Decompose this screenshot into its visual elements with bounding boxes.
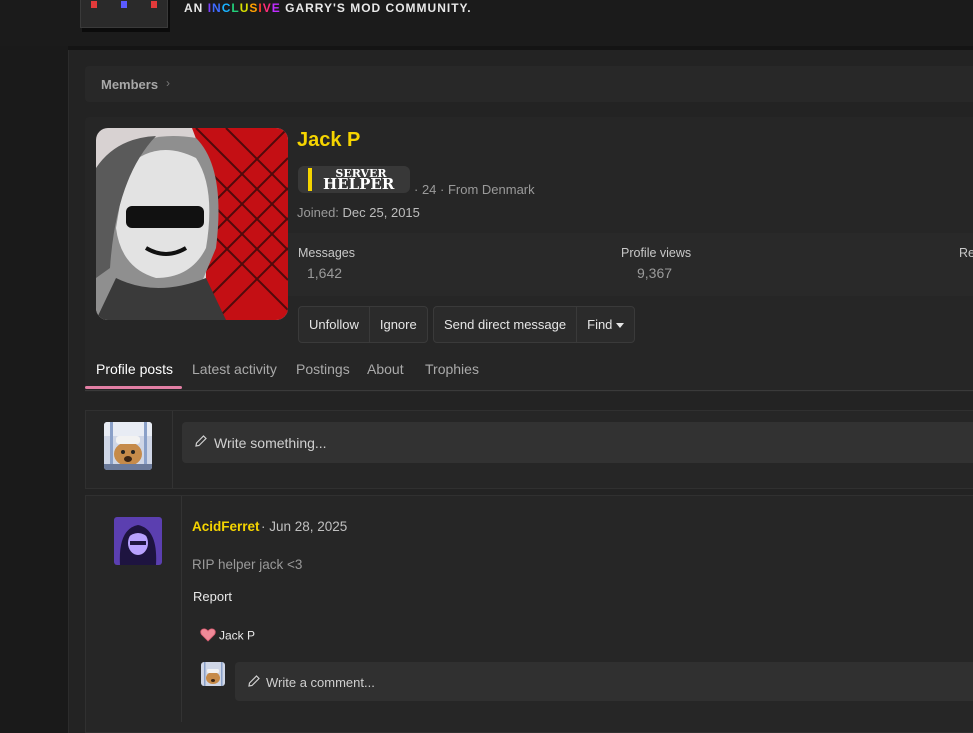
tagline-highlight-letter: N	[212, 1, 222, 15]
site-logo[interactable]	[80, 0, 168, 28]
tab-latest-activity[interactable]: Latest activity	[192, 361, 277, 377]
profile-stats-band	[288, 233, 973, 296]
tab-profile-posts[interactable]: Profile posts	[96, 361, 173, 377]
profile-actions-group-2: Send direct message Find	[433, 306, 636, 343]
profile-tabs: Profile posts Latest activity Postings A…	[85, 352, 973, 391]
write-comment-input[interactable]: Write a comment...	[235, 662, 973, 701]
write-comment-placeholder: Write a comment...	[266, 675, 375, 690]
heart-icon	[200, 628, 216, 645]
current-user-avatar[interactable]	[104, 422, 152, 470]
reaction-user: Jack P	[219, 628, 256, 643]
stat-profile-views-label: Profile views	[621, 246, 692, 260]
tagline-highlight-letter: L	[231, 1, 240, 15]
breadcrumb: Members ›	[85, 66, 973, 102]
send-direct-message-button[interactable]: Send direct message	[434, 307, 578, 342]
stat-reaction-score-label: Re	[959, 246, 973, 260]
tab-about[interactable]: About	[367, 361, 404, 377]
profile-joined: Joined: Dec 25, 2015	[297, 205, 420, 220]
comment-user-avatar[interactable]	[201, 662, 225, 686]
pencil-icon	[194, 434, 208, 453]
breadcrumb-members-link[interactable]: Members	[101, 77, 158, 92]
profile-actions-group-1: Unfollow Ignore	[298, 306, 428, 343]
post-divider	[181, 496, 182, 722]
write-something-input[interactable]: Write something...	[182, 422, 973, 463]
tab-trophies[interactable]: Trophies	[425, 361, 479, 377]
post-author-avatar[interactable]	[114, 517, 162, 565]
logo-mark-red	[91, 1, 97, 8]
site-tagline: AN INCLUSIVE GARRY'S MOD COMMUNITY.	[184, 1, 472, 15]
tagline-highlight-letter: C	[221, 1, 232, 15]
profile-avatar[interactable]	[96, 128, 288, 320]
tagline-highlight: INCLUSIVE	[208, 1, 281, 15]
stat-messages-value[interactable]: 1,642	[307, 265, 342, 281]
profile-meta: · 24 · From Denmark	[414, 182, 535, 197]
tab-postings[interactable]: Postings	[296, 361, 350, 377]
ignore-button[interactable]: Ignore	[370, 307, 427, 342]
chevron-right-icon: ›	[166, 76, 170, 90]
header-divider	[68, 46, 973, 50]
stat-messages-label: Messages	[298, 246, 355, 260]
joined-label: Joined:	[297, 205, 339, 220]
profile-username: Jack P	[297, 129, 361, 151]
active-tab-indicator	[85, 386, 182, 389]
tagline-highlight-letter: U	[239, 1, 250, 15]
unfollow-button[interactable]: Unfollow	[299, 307, 370, 342]
stat-profile-views-value: 9,367	[637, 265, 673, 281]
logo-mark-blue	[121, 1, 127, 8]
post-reaction-summary[interactable]: Jack P	[200, 628, 255, 645]
report-link[interactable]: Report	[193, 589, 232, 604]
write-something-placeholder: Write something...	[214, 435, 327, 451]
tagline-prefix: AN	[184, 1, 204, 15]
post-date-link[interactable]: · Jun 28, 2025	[261, 519, 347, 534]
tagline-highlight-letter: E	[271, 1, 281, 15]
tagline-highlight-letter: V	[262, 1, 272, 15]
server-helper-badge: SERVER HELPER	[298, 166, 410, 193]
find-label: Find	[587, 317, 613, 332]
post-body: RIP helper jack <3	[192, 557, 303, 572]
badge-accent-bar	[308, 168, 312, 191]
logo-mark-red-2	[151, 1, 157, 8]
caret-down-icon	[616, 323, 625, 329]
post-author-link[interactable]: AcidFerret	[192, 519, 260, 534]
tagline-suffix: GARRY'S MOD COMMUNITY.	[285, 1, 472, 15]
pencil-icon	[247, 674, 261, 693]
composer-divider	[172, 411, 173, 488]
joined-date: Dec 25, 2015	[342, 205, 420, 220]
left-gutter	[0, 46, 68, 733]
badge-line-2: HELPER	[323, 175, 395, 193]
site-header: AN INCLUSIVE GARRY'S MOD COMMUNITY.	[0, 0, 973, 46]
find-dropdown-button[interactable]: Find	[577, 307, 634, 342]
